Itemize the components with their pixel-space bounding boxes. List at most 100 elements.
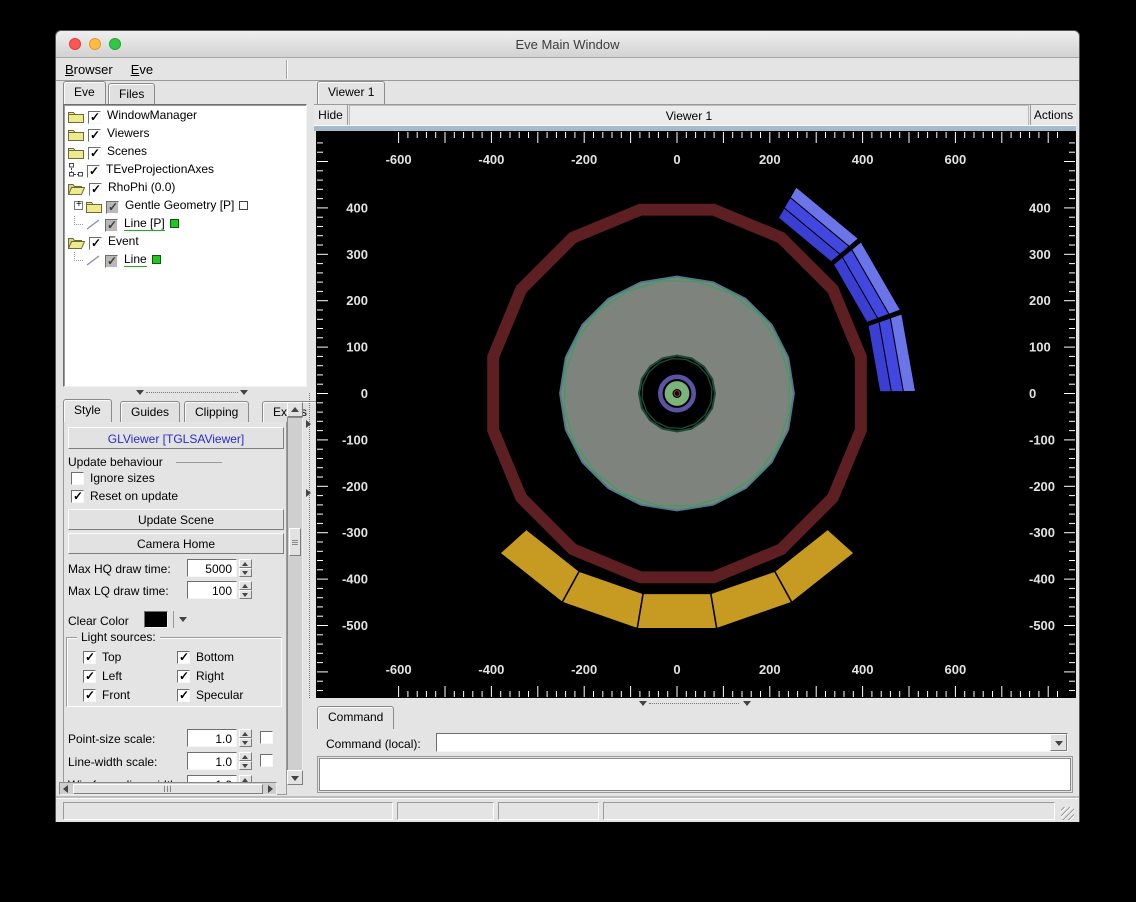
scroll-right-icon[interactable] bbox=[268, 785, 273, 793]
spin-up-button[interactable] bbox=[239, 581, 252, 590]
svg-text:400: 400 bbox=[852, 152, 874, 167]
scale-point-size-scale--spin-buttons[interactable] bbox=[239, 729, 252, 747]
splitter-arrow-icon[interactable] bbox=[639, 701, 647, 706]
tree-item-checkbox[interactable] bbox=[89, 236, 102, 250]
tree-item-line-p-[interactable]: Line [P] bbox=[74, 216, 179, 234]
tree-item-checkbox[interactable] bbox=[88, 146, 101, 160]
tab-viewer-1[interactable]: Viewer 1 bbox=[317, 81, 386, 104]
gl-viewport[interactable]: -600 -600 -400 -400 -200 -200 0 0 200 200 400 400 60… bbox=[316, 131, 1076, 698]
spin-down-button[interactable] bbox=[239, 738, 252, 747]
hide-button[interactable]: Hide bbox=[314, 105, 348, 126]
tab-style[interactable]: Style bbox=[63, 399, 112, 422]
light-checkbox-top-checkbox[interactable] bbox=[83, 650, 96, 664]
resize-grip[interactable] bbox=[1061, 807, 1074, 820]
command-combobox[interactable] bbox=[436, 733, 1068, 752]
spinner-max-hq-draw-time--spin-buttons[interactable] bbox=[239, 559, 252, 577]
splitter-arrow-icon[interactable] bbox=[306, 489, 311, 497]
tree-item-scenes[interactable]: Scenes bbox=[68, 144, 147, 162]
light-checkbox-left[interactable]: Left bbox=[83, 669, 122, 684]
command-input[interactable] bbox=[438, 735, 1048, 750]
tree-item-checkbox[interactable] bbox=[89, 182, 102, 196]
tree-item-checkbox[interactable] bbox=[87, 164, 100, 178]
horizontal-splitter[interactable] bbox=[63, 389, 307, 396]
glviewer-button[interactable]: GLViewer [TGLSAViewer] bbox=[68, 427, 284, 449]
camera-home-button[interactable]: Camera Home bbox=[68, 533, 284, 554]
clear-color-dropdown-button[interactable] bbox=[173, 611, 189, 628]
eve-scene-tree[interactable]: WindowManager Viewers Scenes TEveProjection… bbox=[63, 104, 307, 387]
line-icon bbox=[85, 255, 101, 270]
tree-item-line[interactable]: Line bbox=[74, 252, 161, 270]
tree-item-checkbox[interactable] bbox=[105, 218, 118, 232]
tab-clipping[interactable]: Clipping bbox=[184, 401, 250, 422]
checkbox-reset-on-update[interactable]: Reset on update bbox=[71, 489, 178, 504]
tree-item-gentle-geometry-p-[interactable]: Gentle Geometry [P] bbox=[74, 198, 249, 216]
spinner-max-lq-draw-time--value[interactable]: 100 bbox=[187, 581, 237, 599]
light-checkbox-right[interactable]: Right bbox=[177, 669, 224, 684]
spin-down-button[interactable] bbox=[239, 590, 252, 599]
svg-text:300: 300 bbox=[1029, 247, 1051, 262]
light-checkbox-specular[interactable]: Specular bbox=[177, 688, 243, 703]
scale-point-size-scale--checkbox[interactable] bbox=[260, 731, 273, 744]
splitter-arrow-icon[interactable] bbox=[743, 701, 751, 706]
tab-eve[interactable]: Eve bbox=[63, 81, 106, 104]
splitter-arrow-icon[interactable] bbox=[240, 390, 248, 395]
tree-item-checkbox[interactable] bbox=[88, 110, 101, 124]
tree-item-teveprojectionaxes[interactable]: TEveProjectionAxes bbox=[68, 162, 214, 180]
scale-line-width-scale--checkbox[interactable] bbox=[260, 754, 273, 767]
expand-icon[interactable] bbox=[74, 199, 83, 210]
light-checkbox-bottom[interactable]: Bottom bbox=[177, 650, 234, 665]
tree-item-checkbox[interactable] bbox=[106, 200, 119, 214]
scale-line-width-scale--value[interactable]: 1.0 bbox=[187, 752, 237, 770]
tree-item-viewers[interactable]: Viewers bbox=[68, 126, 149, 144]
checkbox-ignore-sizes[interactable]: Ignore sizes bbox=[71, 471, 155, 486]
tree-item-windowmanager[interactable]: WindowManager bbox=[68, 108, 197, 126]
tab-guides[interactable]: Guides bbox=[120, 401, 181, 422]
menu-item-browser[interactable]: Browser bbox=[56, 58, 122, 80]
spinner-max-hq-draw-time--value[interactable]: 5000 bbox=[187, 559, 237, 577]
clear-color-swatch[interactable] bbox=[144, 611, 168, 628]
light-checkbox-front-checkbox[interactable] bbox=[83, 688, 96, 702]
titlebar[interactable]: Eve Main Window bbox=[56, 31, 1079, 58]
light-checkbox-top[interactable]: Top bbox=[83, 650, 121, 665]
tab-scroll-up-button[interactable] bbox=[287, 402, 303, 417]
spin-up-button[interactable] bbox=[239, 559, 252, 568]
tab-command[interactable]: Command bbox=[317, 706, 395, 729]
tree-item-checkbox[interactable] bbox=[88, 128, 101, 142]
tree-item-event[interactable]: Event bbox=[67, 234, 139, 252]
menu-item-eve[interactable]: Eve bbox=[122, 58, 162, 80]
scroll-left-icon[interactable] bbox=[63, 785, 68, 793]
spin-up-button[interactable] bbox=[239, 752, 252, 761]
scroll-down-button[interactable] bbox=[287, 770, 303, 785]
combobox-dropdown-button[interactable] bbox=[1050, 734, 1067, 751]
light-checkbox-right-checkbox[interactable] bbox=[177, 669, 190, 683]
spin-down-button[interactable] bbox=[239, 568, 252, 577]
tab-files[interactable]: Files bbox=[108, 83, 156, 104]
command-output-area[interactable] bbox=[319, 758, 1071, 791]
scale-line-width-scale--spin-buttons[interactable] bbox=[239, 752, 252, 770]
vscrollbar-thumb[interactable] bbox=[289, 528, 301, 556]
spinner-max-lq-draw-time--spin-buttons[interactable] bbox=[239, 581, 252, 599]
spin-down-button[interactable] bbox=[239, 761, 252, 770]
actions-button[interactable]: Actions bbox=[1030, 105, 1076, 126]
checkbox-reset-on-update-checkbox[interactable] bbox=[71, 489, 84, 503]
hscrollbar-thumb[interactable] bbox=[73, 784, 263, 794]
rho-phi-event-display[interactable]: -600 -600 -400 -400 -200 -200 0 0 200 200 400 400 60… bbox=[316, 131, 1076, 698]
spin-up-button[interactable] bbox=[239, 729, 252, 738]
splitter-arrow-icon[interactable] bbox=[136, 390, 144, 395]
checkbox-ignore-sizes-checkbox[interactable] bbox=[71, 472, 84, 485]
tree-item-checkbox[interactable] bbox=[105, 254, 118, 268]
scale-point-size-scale--value[interactable]: 1.0 bbox=[187, 729, 237, 747]
style-panel-vscrollbar[interactable] bbox=[287, 417, 303, 785]
svg-text:400: 400 bbox=[346, 200, 368, 215]
tree-item-rhophi-0-0-[interactable]: RhoPhi (0.0) bbox=[67, 180, 175, 198]
vertical-splitter[interactable] bbox=[309, 393, 310, 698]
horizontal-splitter[interactable] bbox=[314, 700, 1076, 707]
light-checkbox-left-checkbox[interactable] bbox=[83, 669, 96, 683]
light-checkbox-specular-checkbox[interactable] bbox=[177, 688, 190, 702]
light-checkbox-bottom-checkbox[interactable] bbox=[177, 650, 190, 664]
update-scene-button[interactable]: Update Scene bbox=[68, 509, 284, 530]
light-checkbox-front[interactable]: Front bbox=[83, 688, 130, 703]
status-cell-1 bbox=[63, 802, 393, 820]
splitter-arrow-icon[interactable] bbox=[306, 420, 311, 428]
style-panel-hscrollbar[interactable] bbox=[59, 782, 277, 795]
